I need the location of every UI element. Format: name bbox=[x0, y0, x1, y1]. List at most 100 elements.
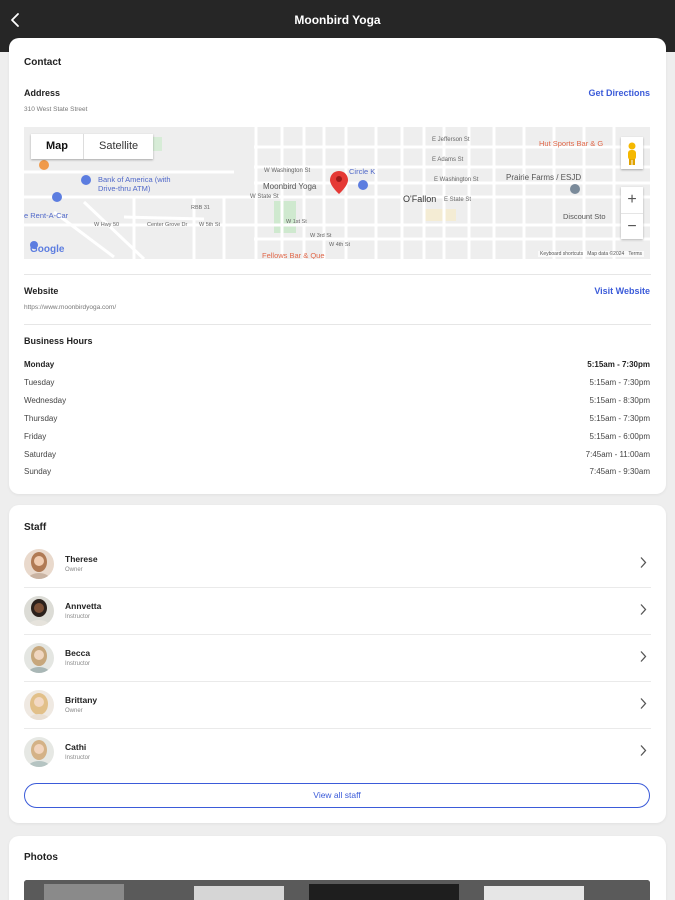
photo-preview[interactable] bbox=[24, 880, 650, 900]
website-url: https://www.moonbirdyoga.com/ bbox=[24, 304, 117, 311]
map-label-jefferson: E Jefferson St bbox=[432, 137, 470, 143]
map-label-place: Moonbird Yoga bbox=[263, 182, 317, 191]
address-label: Address bbox=[24, 88, 61, 98]
map-label-w-3rd: W 3rd St bbox=[310, 233, 332, 239]
staff-card: Staff Therese Owner Annvetta Instructor … bbox=[9, 505, 666, 823]
staff-row[interactable]: Annvetta Instructor bbox=[24, 588, 651, 635]
map-tab-map[interactable]: Map bbox=[31, 134, 84, 159]
hours-day: Thursday bbox=[24, 414, 58, 423]
photos-card: Photos bbox=[9, 836, 666, 900]
hours-row-monday: Monday 5:15am - 7:30pm bbox=[24, 360, 650, 372]
map-type-toggle: Map Satellite bbox=[31, 134, 154, 159]
business-hours-label: Business Hours bbox=[24, 336, 93, 346]
chevron-right-icon bbox=[640, 698, 647, 709]
map-label-bank-2: Drive-thru ATM) bbox=[98, 184, 151, 193]
page-title: Moonbird Yoga bbox=[294, 13, 381, 27]
chevron-right-icon bbox=[640, 557, 647, 568]
hours-row-wednesday: Wednesday 5:15am - 8:30pm bbox=[24, 396, 650, 408]
divider bbox=[24, 274, 651, 275]
zoom-in-button[interactable]: + bbox=[621, 187, 643, 213]
hours-row-thursday: Thursday 5:15am - 7:30pm bbox=[24, 414, 650, 426]
map-label-center-grove: Center Grove Dr bbox=[147, 222, 188, 228]
hours-row-sunday: Sunday 7:45am - 9:30am bbox=[24, 467, 650, 479]
staff-name: Becca bbox=[65, 648, 91, 658]
staff-role: Instructor bbox=[65, 755, 91, 761]
map-label-adams: E Adams St bbox=[432, 157, 464, 163]
map-label-hut: Hut Sports Bar & G bbox=[539, 139, 604, 148]
photos-section-title: Photos bbox=[24, 852, 58, 863]
map-label-prairie: Prairie Farms / ESJD bbox=[506, 173, 582, 182]
staff-name: Cathi bbox=[65, 742, 87, 752]
map-terms-link[interactable]: Terms bbox=[628, 251, 642, 257]
hours-row-tuesday: Tuesday 5:15am - 7:30pm bbox=[24, 378, 650, 390]
map-label-rent: e Rent-A-Car bbox=[24, 211, 69, 220]
hours-day: Tuesday bbox=[24, 378, 55, 387]
hours-day: Friday bbox=[24, 432, 47, 441]
hours-time: 5:15am - 7:30pm bbox=[589, 414, 650, 423]
hours-time: 5:15am - 7:30pm bbox=[589, 378, 650, 387]
map-label-w-1st: W 1st St bbox=[286, 219, 307, 225]
hours-day: Sunday bbox=[24, 467, 52, 476]
map-label-w-washington: W Washington St bbox=[264, 168, 311, 174]
map-shortcuts-link[interactable]: Keyboard shortcuts bbox=[540, 251, 583, 257]
map-view[interactable]: Bank of America (with Drive-thru ATM) Mo… bbox=[24, 127, 650, 259]
map-label-w-4th: W 4th St bbox=[329, 242, 351, 248]
chevron-right-icon bbox=[640, 604, 647, 615]
map-label-fellows: Fellows Bar & Que bbox=[262, 251, 325, 259]
hours-day: Monday bbox=[24, 360, 55, 369]
divider bbox=[24, 324, 651, 325]
staff-row[interactable]: Therese Owner bbox=[24, 541, 651, 588]
staff-name: Therese bbox=[65, 554, 98, 564]
avatar bbox=[24, 737, 54, 767]
staff-row[interactable]: Cathi Instructor bbox=[24, 729, 651, 776]
map-label-rbb: RBB 31 bbox=[191, 205, 210, 211]
staff-name: Annvetta bbox=[65, 601, 102, 611]
website-label: Website bbox=[24, 286, 59, 296]
hours-day: Saturday bbox=[24, 450, 57, 459]
staff-role: Instructor bbox=[65, 661, 91, 667]
visit-website-link[interactable]: Visit Website bbox=[594, 286, 650, 296]
map-label-w-hwy: W Hwy 50 bbox=[94, 222, 120, 228]
staff-row[interactable]: Becca Instructor bbox=[24, 635, 651, 682]
hours-day: Wednesday bbox=[24, 396, 67, 405]
contact-section-title: Contact bbox=[24, 57, 62, 68]
staff-role: Owner bbox=[65, 567, 83, 573]
hours-row-saturday: Saturday 7:45am - 11:00am bbox=[24, 450, 650, 462]
pegman-icon bbox=[628, 142, 636, 165]
map-label-circle-k: Circle K bbox=[349, 167, 376, 176]
staff-role: Instructor bbox=[65, 614, 91, 620]
photo-image bbox=[24, 880, 650, 900]
avatar bbox=[24, 596, 54, 626]
zoom-controls: + − bbox=[621, 187, 643, 239]
map-label-ofallon: O'Fallon bbox=[403, 194, 437, 204]
zoom-out-button[interactable]: − bbox=[621, 213, 643, 239]
staff-role: Owner bbox=[65, 708, 83, 714]
street-view-button[interactable] bbox=[621, 137, 643, 169]
hours-time: 5:15am - 7:30pm bbox=[587, 360, 650, 369]
map-label-w-5th: W 5th St bbox=[199, 222, 221, 228]
avatar bbox=[24, 643, 54, 673]
hours-time: 5:15am - 6:00pm bbox=[589, 432, 650, 441]
map-data-credit: Map data ©2024 bbox=[587, 251, 625, 257]
get-directions-link[interactable]: Get Directions bbox=[588, 88, 650, 98]
staff-name: Brittany bbox=[65, 695, 98, 705]
address-value: 310 West State Street bbox=[24, 106, 88, 113]
staff-row[interactable]: Brittany Owner bbox=[24, 682, 651, 729]
map-label-w-state: W State St bbox=[250, 194, 279, 200]
hours-time: 7:45am - 9:30am bbox=[589, 467, 650, 476]
avatar bbox=[24, 690, 54, 720]
map-label-bank: Bank of America (with bbox=[98, 175, 171, 184]
contact-card: Contact Address 310 West State Street Ge… bbox=[9, 38, 666, 494]
chevron-right-icon bbox=[640, 651, 647, 662]
hours-row-friday: Friday 5:15am - 6:00pm bbox=[24, 432, 650, 444]
view-all-staff-button[interactable]: View all staff bbox=[24, 783, 650, 808]
avatar bbox=[24, 549, 54, 579]
staff-section-title: Staff bbox=[24, 522, 47, 533]
map-tab-satellite[interactable]: Satellite bbox=[84, 134, 153, 159]
chevron-right-icon bbox=[640, 745, 647, 756]
google-logo: Google bbox=[30, 244, 65, 255]
map-label-discount: Discount Sto bbox=[563, 212, 606, 221]
hours-time: 7:45am - 11:00am bbox=[585, 450, 650, 459]
hours-time: 5:15am - 8:30pm bbox=[589, 396, 650, 405]
map-label-state: E State St bbox=[444, 197, 472, 203]
